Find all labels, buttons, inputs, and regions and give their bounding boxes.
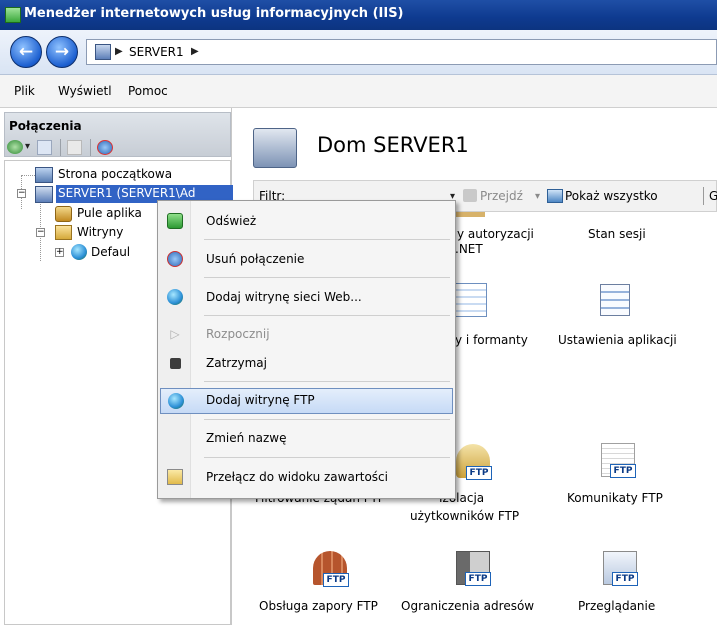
server-icon <box>95 44 111 60</box>
connections-title: Połączenia <box>9 119 82 133</box>
menu-separator <box>204 457 450 458</box>
menu-item-stop[interactable]: Zatrzymaj <box>160 351 453 377</box>
feature-session-state-label[interactable]: Stan sesji <box>588 226 646 243</box>
feature-ftp-ip-label[interactable]: Ograniczenia adresów <box>401 598 534 615</box>
ftp-firewall-icon[interactable]: FTP <box>313 551 349 587</box>
iis-manager-icon <box>5 7 21 23</box>
breadcrumb-server[interactable]: SERVER1 <box>129 45 184 59</box>
go-button[interactable]: Przejdź <box>480 189 523 203</box>
controls-icon[interactable] <box>453 283 487 317</box>
toolbar-separator <box>60 139 61 156</box>
remove-connection-icon <box>167 251 183 267</box>
app-pool-icon <box>55 206 72 222</box>
menu-file[interactable]: Plik <box>14 84 35 98</box>
tree-item-start-page[interactable]: Strona początkowa <box>58 167 172 181</box>
menu-item-add-website[interactable]: Dodaj witrynę sieci Web... <box>160 285 453 311</box>
ftp-isolation-icon[interactable]: FTP <box>456 444 492 480</box>
menu-separator <box>204 239 450 240</box>
address-bar[interactable]: ▶ SERVER1 ▶ <box>86 39 717 65</box>
feature-app-settings-label[interactable]: Ustawienia aplikacji <box>558 332 677 349</box>
feature-ftp-isolation-label-2[interactable]: użytkowników FTP <box>410 508 519 525</box>
menu-item-add-ftp-site[interactable]: Dodaj witrynę FTP <box>160 388 453 414</box>
content-view-icon <box>167 469 183 485</box>
toolbar-separator <box>90 139 91 156</box>
tree-item-app-pools[interactable]: Pule aplika <box>77 206 142 220</box>
group-by-button[interactable]: G <box>709 189 717 203</box>
up-level-icon[interactable] <box>67 140 82 155</box>
menu-help[interactable]: Pomoc <box>128 84 168 98</box>
breadcrumb-arrow-icon[interactable]: ▶ <box>191 46 199 57</box>
stop-icon <box>170 358 181 369</box>
collapse-icon[interactable]: − <box>17 189 26 198</box>
ftp-messages-icon[interactable]: FTP <box>601 443 636 478</box>
tree-item-sites[interactable]: Witryny <box>77 225 123 239</box>
menu-item-rename[interactable]: Zmień nazwę <box>160 426 453 452</box>
arrow-right-icon: → <box>54 42 70 62</box>
menu-separator <box>204 315 450 316</box>
expand-icon[interactable]: + <box>55 248 64 257</box>
ftp-ip-restrictions-icon[interactable]: FTP <box>456 551 491 586</box>
menu-item-start[interactable]: ▷ Rozpocznij <box>160 322 453 348</box>
app-settings-icon[interactable] <box>600 284 630 316</box>
tree-item-default-site[interactable]: Defaul <box>91 245 130 259</box>
context-menu: Odśwież Usuń połączenie Dodaj witrynę si… <box>157 200 456 499</box>
menu-item-switch-content-view[interactable]: Przełącz do widoku zawartości <box>160 465 453 491</box>
start-page-icon <box>35 167 53 183</box>
feature-ftp-browse-label[interactable]: Przeglądanie <box>578 598 655 615</box>
menu-item-remove-connection[interactable]: Usuń połączenie <box>160 247 453 273</box>
show-all-icon <box>547 189 563 203</box>
menu-separator <box>204 277 450 278</box>
authorization-icon[interactable] <box>455 212 485 217</box>
back-button[interactable]: ← <box>10 36 42 68</box>
menu-separator <box>204 419 450 420</box>
connections-header: Połączenia ▾ <box>4 112 231 157</box>
binoculars-icon <box>463 189 477 202</box>
dropdown-arrow-icon[interactable]: ▾ <box>25 141 30 152</box>
feature-auth-rules-label-2[interactable]: .NET <box>455 241 483 258</box>
navigation-bar: ← → ▶ SERVER1 ▶ <box>0 30 717 75</box>
server-icon <box>35 186 53 203</box>
play-icon: ▷ <box>170 327 180 341</box>
menu-view[interactable]: Wyświetl <box>58 84 112 98</box>
arrow-left-icon: ← <box>18 42 34 62</box>
page-title: Dom SERVER1 <box>317 133 469 157</box>
add-ftp-site-icon <box>168 393 184 409</box>
connect-icon[interactable] <box>7 140 23 154</box>
forward-button[interactable]: → <box>46 36 78 68</box>
collapse-icon[interactable]: − <box>36 228 45 237</box>
ftp-directory-browsing-icon[interactable]: FTP <box>603 551 638 586</box>
add-website-icon <box>167 289 183 305</box>
breadcrumb-arrow-icon: ▶ <box>115 46 123 57</box>
context-menu-icon-gutter <box>158 201 191 498</box>
menu-bar: Plik Wyświetl Pomoc <box>0 75 717 108</box>
save-icon[interactable] <box>37 140 52 155</box>
show-all-button[interactable]: Pokaż wszystko <box>565 189 658 203</box>
feature-ftp-messages-label[interactable]: Komunikaty FTP <box>567 490 663 507</box>
folder-icon <box>55 225 72 240</box>
feature-controls-label[interactable]: y i formanty <box>455 332 528 349</box>
feature-ftp-firewall-label[interactable]: Obsługa zapory FTP <box>259 598 378 615</box>
dropdown-arrow-icon[interactable]: ▾ <box>535 191 540 202</box>
menu-separator <box>204 381 450 382</box>
toolbar-separator <box>703 187 704 205</box>
disconnect-icon[interactable] <box>97 140 113 155</box>
globe-icon <box>71 244 87 260</box>
title-bar: Menedżer internetowych usług informacyjn… <box>0 0 717 30</box>
server-home-icon <box>253 128 297 168</box>
window-title: Menedżer internetowych usług informacyjn… <box>24 6 404 21</box>
refresh-icon <box>167 213 183 229</box>
menu-item-refresh[interactable]: Odśwież <box>160 209 453 235</box>
